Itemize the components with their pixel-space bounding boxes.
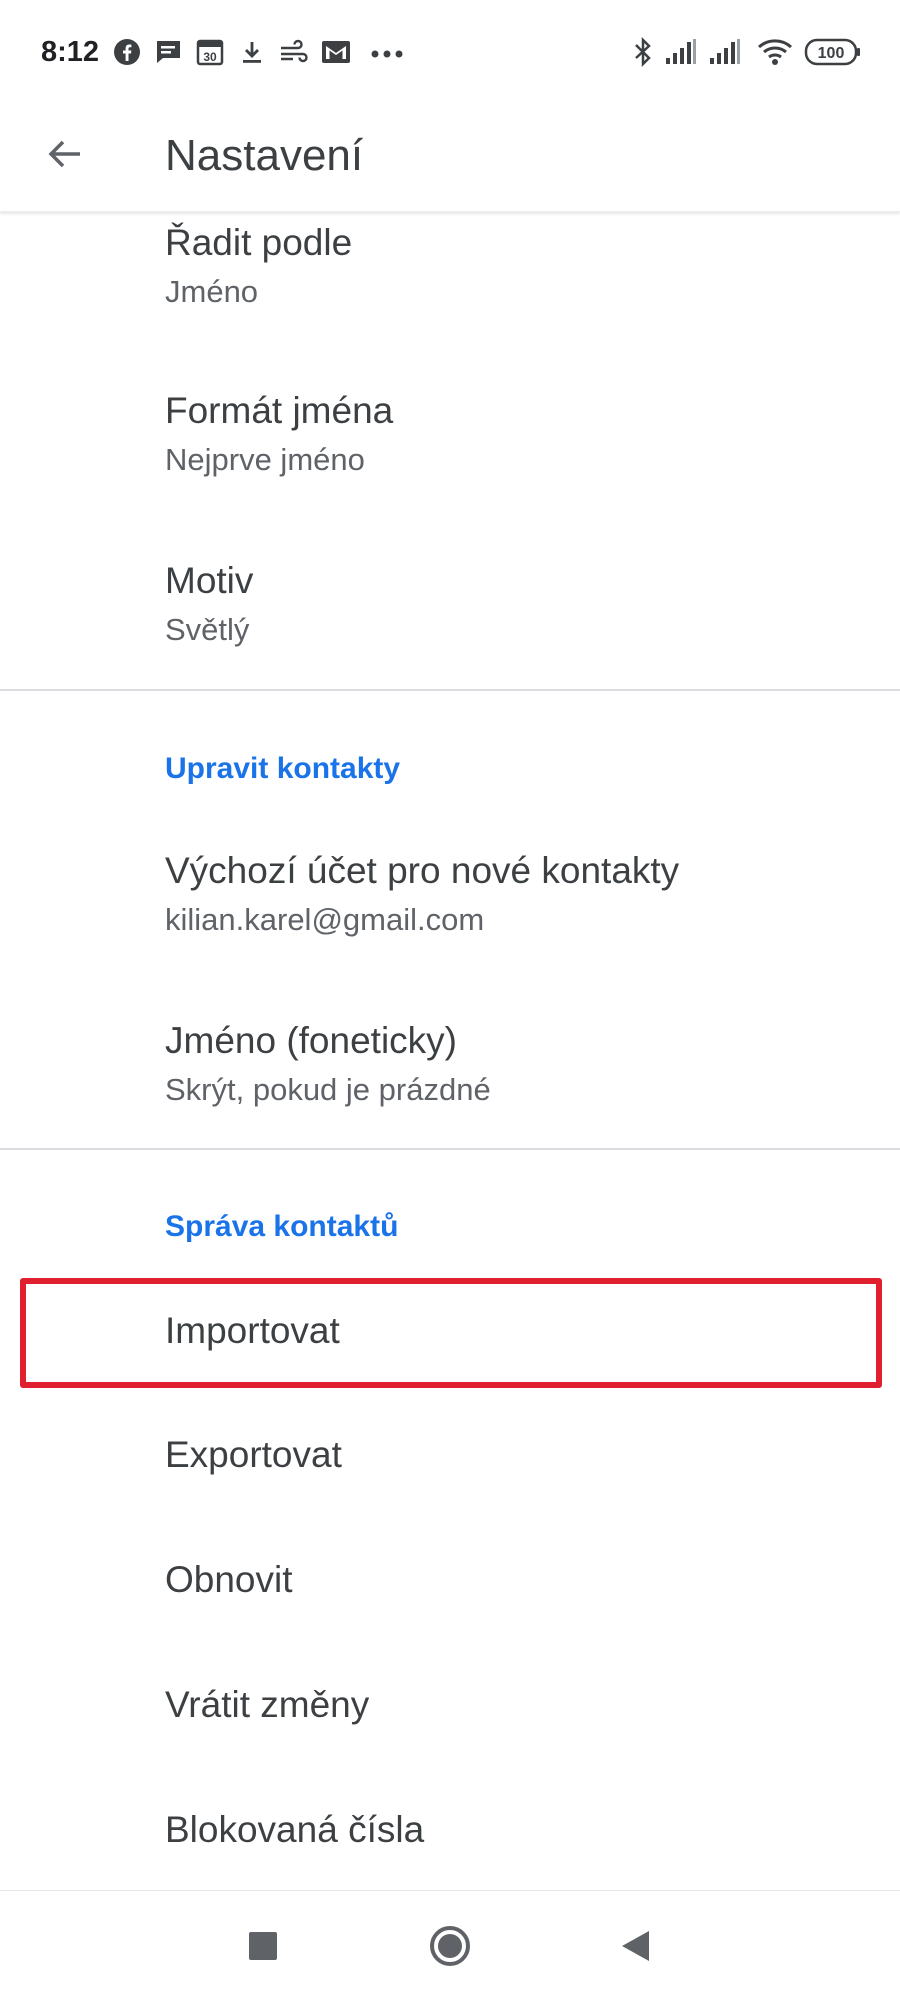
setting-title: Exportovat — [165, 1434, 342, 1475]
nav-back-button[interactable] — [600, 1911, 670, 1981]
bluetooth-icon — [632, 36, 654, 73]
calendar-icon: 30 — [196, 38, 224, 71]
settings-item-sort-by[interactable]: Řadit podle Jméno — [0, 212, 900, 362]
home-circle-icon — [430, 1926, 470, 1966]
navigation-bar — [0, 1890, 900, 2000]
more-dots-icon — [370, 46, 404, 64]
back-button[interactable] — [36, 126, 92, 182]
status-bar: 8:12 30 100 — [0, 0, 900, 106]
facebook-icon — [113, 38, 141, 71]
settings-item-default-account[interactable]: Výchozí účet pro nové kontakty kilian.ka… — [0, 840, 900, 990]
status-time: 8:12 — [41, 36, 100, 68]
arrow-back-icon — [48, 140, 80, 168]
recents-button[interactable] — [228, 1911, 298, 1981]
message-icon — [153, 38, 183, 71]
setting-title: Obnovit — [165, 1559, 293, 1600]
wifi-icon — [756, 36, 796, 73]
setting-value: Skrýt, pokud je prázdné — [165, 1072, 491, 1107]
settings-item-blocked-numbers[interactable]: Blokovaná čísla — [0, 1781, 900, 1885]
setting-title: Blokovaná čísla — [165, 1809, 425, 1850]
download-icon — [238, 38, 266, 71]
settings-item-import[interactable]: Importovat — [0, 1282, 900, 1386]
section-header-manage-contacts: Správa kontaktů — [165, 1210, 399, 1243]
setting-value: kilian.karel@gmail.com — [165, 902, 485, 937]
calendar-day-text: 30 — [203, 50, 217, 64]
recents-square-icon — [249, 1932, 277, 1960]
settings-item-undo-changes[interactable]: Vrátit změny — [0, 1656, 900, 1760]
battery-level-text: 100 — [818, 45, 845, 62]
setting-title: Jméno (foneticky) — [165, 1020, 457, 1061]
setting-title: Motiv — [165, 560, 254, 601]
setting-title: Výchozí účet pro nové kontakty — [165, 850, 680, 891]
section-header-edit-contacts: Upravit kontakty — [165, 752, 401, 785]
setting-title: Řadit podle — [165, 222, 353, 263]
settings-item-export[interactable]: Exportovat — [0, 1406, 900, 1510]
back-triangle-icon — [622, 1931, 649, 1961]
signal-icon — [708, 36, 742, 73]
wind-icon — [278, 38, 308, 71]
settings-item-name-format[interactable]: Formát jména Nejprve jméno — [0, 380, 900, 530]
home-button[interactable] — [415, 1911, 485, 1981]
section-divider — [0, 689, 900, 691]
setting-value: Jméno — [165, 274, 259, 309]
app-bar: Nastavení — [0, 106, 900, 212]
setting-title: Vrátit změny — [165, 1684, 370, 1725]
setting-value: Nejprve jméno — [165, 442, 365, 477]
setting-title: Formát jména — [165, 390, 394, 431]
settings-item-phonetic-name[interactable]: Jméno (foneticky) Skrýt, pokud je prázdn… — [0, 1010, 900, 1160]
section-divider — [0, 1148, 900, 1150]
signal-icon — [664, 36, 698, 73]
setting-title: Importovat — [165, 1310, 340, 1351]
gmail-icon — [320, 38, 352, 71]
page-title: Nastavení — [165, 131, 364, 180]
battery-icon: 100 — [804, 38, 862, 71]
settings-item-theme[interactable]: Motiv Světlý — [0, 550, 900, 700]
setting-value: Světlý — [165, 612, 250, 647]
settings-item-restore[interactable]: Obnovit — [0, 1531, 900, 1635]
